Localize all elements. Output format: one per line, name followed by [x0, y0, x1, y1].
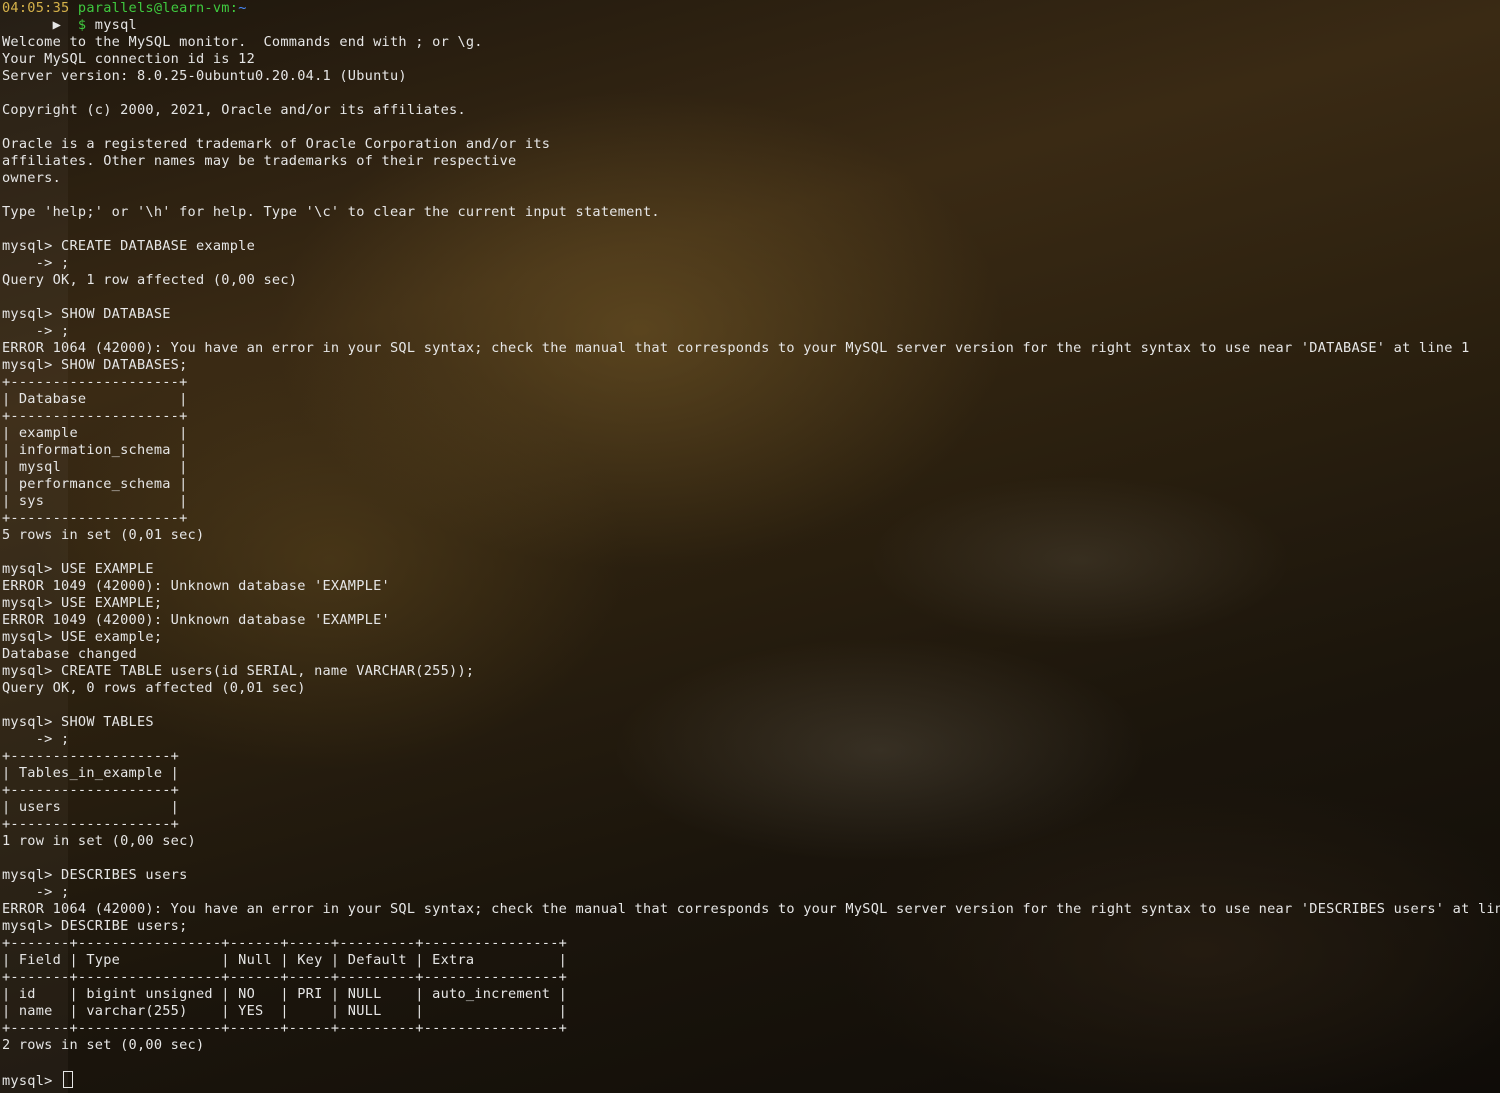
output-line: ERROR 1064 (42000): You have an error in…: [2, 340, 1470, 356]
output-line: | id | bigint unsigned | NO | PRI | NULL…: [2, 986, 568, 1002]
output-line: owners.: [2, 170, 62, 186]
output-line: | Field | Type | Null | Key | Default | …: [2, 952, 568, 968]
output-line: ERROR 1049 (42000): Unknown database 'EX…: [2, 578, 390, 594]
output-line: affiliates. Other names may be trademark…: [2, 153, 517, 169]
output-line: +-------+-----------------+------+-----+…: [2, 1020, 568, 1036]
output-line: mysql> SHOW DATABASES;: [2, 357, 188, 373]
mysql-prompt: mysql>: [2, 1073, 62, 1089]
output-line: +--------------------+: [2, 374, 188, 390]
output-line: | mysql |: [2, 459, 188, 475]
output-line: | sys |: [2, 493, 188, 509]
output-line: | users |: [2, 799, 180, 815]
output-line: | Tables_in_example |: [2, 765, 180, 781]
output-line: -> ;: [2, 731, 70, 747]
output-line: Query OK, 1 row affected (0,00 sec): [2, 272, 298, 288]
output-line: +-------+-----------------+------+-----+…: [2, 969, 568, 985]
mysql-input-line[interactable]: mysql>: [2, 1071, 74, 1089]
output-line: ERROR 1049 (42000): Unknown database 'EX…: [2, 612, 390, 628]
output-line: Your MySQL connection id is 12: [2, 51, 256, 67]
output-line: Query OK, 0 rows affected (0,01 sec): [2, 680, 306, 696]
output-line: mysql> USE EXAMPLE;: [2, 595, 163, 611]
output-line: Database changed: [2, 646, 137, 662]
prompt-userhost: parallels@learn-vm: [77, 0, 230, 16]
output-line: -> ;: [2, 884, 70, 900]
output-line: mysql> SHOW DATABASE: [2, 306, 171, 322]
output-line: +--------------------+: [2, 510, 188, 526]
prompt-arrow-icon: ▶: [52, 17, 62, 33]
output-line: -> ;: [2, 255, 70, 271]
output-line: +--------------------+: [2, 408, 188, 424]
output-line: | example |: [2, 425, 188, 441]
output-line: | performance_schema |: [2, 476, 188, 492]
output-line: Type 'help;' or '\h' for help. Type '\c'…: [2, 204, 660, 220]
output-line: mysql> DESCRIBE users;: [2, 918, 188, 934]
text-cursor: [63, 1071, 74, 1088]
output-line: mysql> CREATE TABLE users(id SERIAL, nam…: [2, 663, 475, 679]
output-line: | Database |: [2, 391, 188, 407]
output-line: +-------------------+: [2, 782, 180, 798]
terminal-window[interactable]: 04:05:35 parallels@learn-vm:~ ▶ $ mysql …: [0, 0, 1500, 1093]
prompt-dollar: $: [77, 17, 87, 33]
output-line: Copyright (c) 2000, 2021, Oracle and/or …: [2, 102, 466, 118]
prompt-path: ~: [238, 0, 247, 16]
output-line: 1 row in set (0,00 sec): [2, 833, 196, 849]
prompt-separator: :: [229, 0, 239, 16]
output-line: +-------------------+: [2, 748, 180, 764]
output-line: 5 rows in set (0,01 sec): [2, 527, 205, 543]
output-line: mysql> USE example;: [2, 629, 163, 645]
output-line: +-------------------+: [2, 816, 180, 832]
output-line: ERROR 1064 (42000): You have an error in…: [2, 901, 1500, 917]
output-line: 2 rows in set (0,00 sec): [2, 1037, 205, 1053]
output-line: mysql> SHOW TABLES: [2, 714, 154, 730]
shell-command: mysql: [94, 17, 137, 33]
output-line: mysql> CREATE DATABASE example: [2, 238, 256, 254]
output-line: +-------+-----------------+------+-----+…: [2, 935, 568, 951]
output-line: Oracle is a registered trademark of Orac…: [2, 136, 551, 152]
output-line: Welcome to the MySQL monitor. Commands e…: [2, 34, 483, 50]
output-line: -> ;: [2, 323, 70, 339]
output-line: mysql> USE EXAMPLE: [2, 561, 154, 577]
output-line: Server version: 8.0.25-0ubuntu0.20.04.1 …: [2, 68, 407, 84]
output-line: | information_schema |: [2, 442, 188, 458]
output-line: | name | varchar(255) | YES | | NULL | |: [2, 1003, 568, 1019]
shell-prompt-line: 04:05:35 parallels@learn-vm:~: [2, 0, 247, 17]
shell-command-line: ▶ $ mysql: [2, 17, 137, 34]
prompt-time: 04:05:35: [2, 0, 70, 16]
output-line: mysql> DESCRIBES users: [2, 867, 188, 883]
